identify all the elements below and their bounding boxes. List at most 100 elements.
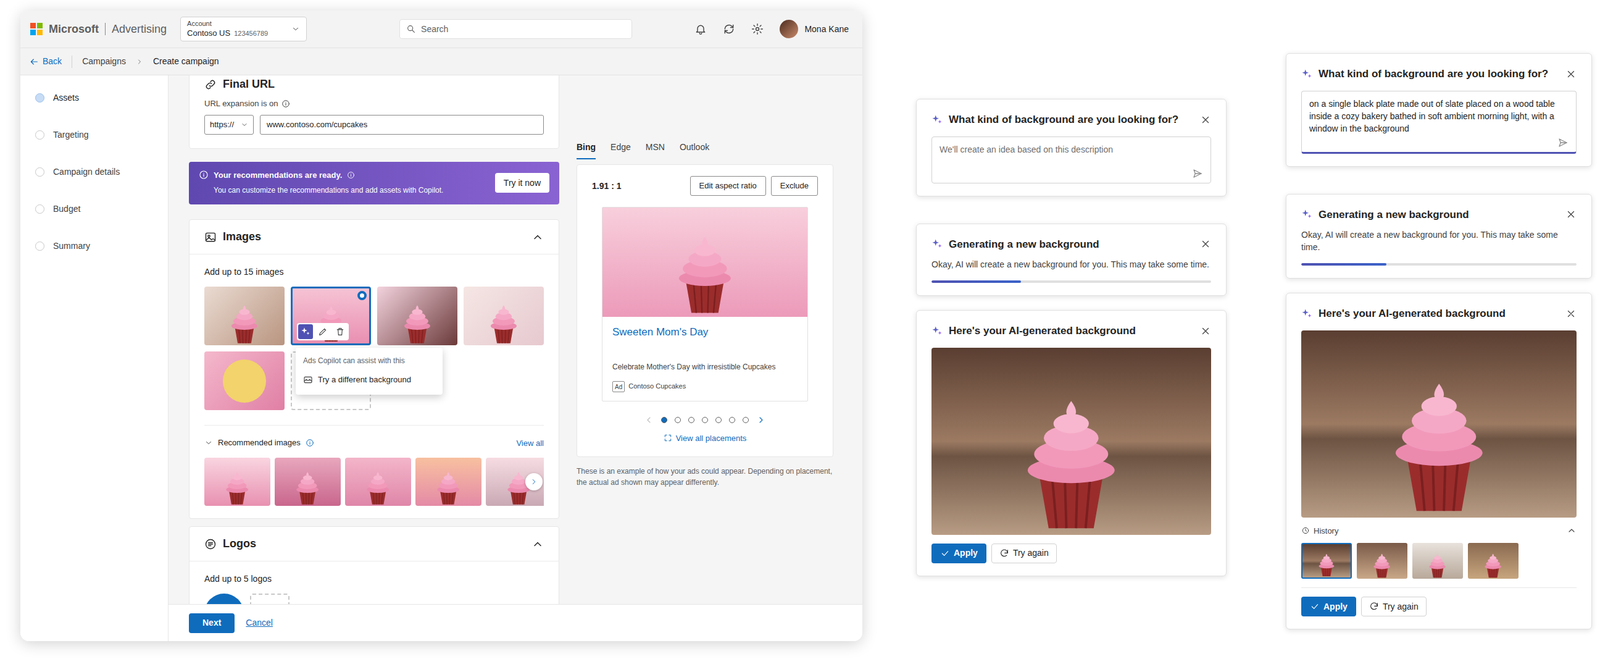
page-dot[interactable] bbox=[742, 416, 749, 423]
step-item[interactable]: Summary bbox=[20, 227, 168, 265]
history-toggle[interactable]: History bbox=[1301, 524, 1577, 538]
close-button[interactable] bbox=[1200, 114, 1212, 126]
send-button[interactable] bbox=[1191, 167, 1204, 180]
images-hint: Add up to 15 images bbox=[204, 266, 284, 277]
search-box[interactable] bbox=[399, 19, 633, 39]
sync-button[interactable] bbox=[722, 22, 736, 36]
step-item[interactable]: Assets bbox=[20, 79, 168, 117]
step-marker bbox=[35, 204, 45, 214]
step-marker bbox=[35, 167, 45, 177]
breadcrumb-item[interactable]: Campaigns bbox=[82, 54, 126, 68]
selected-radio[interactable] bbox=[357, 290, 367, 300]
image-thumbnail[interactable] bbox=[463, 286, 544, 346]
button-label: Try it now bbox=[503, 176, 541, 190]
link-icon bbox=[204, 78, 217, 91]
close-button[interactable] bbox=[1565, 308, 1577, 320]
ad-badge: Ad bbox=[614, 383, 623, 391]
account-selector[interactable]: AccountContoso US123456789 bbox=[180, 16, 307, 42]
image-thumbnail[interactable] bbox=[204, 351, 285, 410]
recommended-thumbnail[interactable] bbox=[415, 457, 482, 506]
history-thumbnail[interactable] bbox=[1356, 542, 1408, 579]
preview-button[interactable]: Exclude bbox=[770, 175, 818, 196]
prompt-input[interactable] bbox=[939, 143, 1204, 168]
recommended-thumbnail[interactable] bbox=[274, 457, 341, 506]
history-thumbnail[interactable] bbox=[1467, 542, 1519, 579]
progress-fill bbox=[1301, 262, 1387, 266]
check-icon bbox=[1309, 601, 1320, 612]
protocol-select[interactable]: https:// bbox=[204, 114, 254, 135]
search-input[interactable] bbox=[420, 22, 626, 36]
logo-thumbnail[interactable] bbox=[204, 593, 244, 604]
apply-button[interactable]: Apply bbox=[931, 543, 987, 563]
recommended-thumbnail[interactable] bbox=[204, 457, 271, 506]
button-label: Try again bbox=[1382, 600, 1419, 613]
send-icon bbox=[1557, 137, 1569, 149]
page-dot[interactable] bbox=[701, 416, 709, 423]
collapse-button[interactable] bbox=[531, 537, 544, 550]
brand[interactable]: MicrosoftAdvertising bbox=[30, 20, 167, 38]
ad-title: Sweeten Mom's Day bbox=[612, 324, 798, 341]
preview-tab[interactable]: MSN bbox=[645, 139, 665, 160]
close-button[interactable] bbox=[1565, 68, 1577, 80]
view-all-link[interactable]: View all bbox=[516, 438, 544, 448]
try-again-button[interactable]: Try again bbox=[991, 543, 1057, 563]
account-name: Contoso US bbox=[187, 28, 231, 39]
preview-card: 1.91 : 1Edit aspect ratioExcludeSweeten … bbox=[576, 164, 834, 457]
recommended-thumbnail[interactable] bbox=[345, 457, 412, 506]
settings-button[interactable] bbox=[751, 22, 764, 36]
collapse-button[interactable] bbox=[531, 230, 544, 244]
view-all-placements-link[interactable]: View all placements bbox=[675, 432, 747, 445]
user-menu[interactable]: Mona Kane bbox=[779, 19, 849, 39]
send-button[interactable] bbox=[1557, 137, 1569, 149]
notifications-button[interactable] bbox=[694, 22, 707, 36]
ai-background-flow: What kind of background are you looking … bbox=[916, 98, 1227, 576]
delete-button[interactable] bbox=[332, 324, 348, 339]
step-item[interactable]: Budget bbox=[20, 190, 168, 228]
image-thumbnail[interactable] bbox=[377, 286, 458, 346]
preview-tab[interactable]: Outlook bbox=[679, 139, 710, 160]
image-thumbnail[interactable]: Ads Copilot can assist with thisTry a di… bbox=[290, 286, 371, 346]
step-label: Summary bbox=[53, 239, 91, 253]
close-button[interactable] bbox=[1200, 325, 1212, 337]
try-different-background-item[interactable]: Try a different background bbox=[295, 369, 443, 390]
next-images-button[interactable] bbox=[525, 472, 543, 491]
image-thumbnail[interactable] bbox=[204, 286, 285, 346]
close-button[interactable] bbox=[1200, 238, 1212, 250]
section-title: Images bbox=[222, 228, 262, 246]
edit-button[interactable] bbox=[315, 324, 331, 339]
apply-button[interactable]: Apply bbox=[1301, 596, 1357, 617]
page-dot[interactable] bbox=[661, 416, 668, 423]
trash-icon bbox=[335, 326, 346, 337]
step-label: Targeting bbox=[53, 128, 89, 142]
history-thumbnail[interactable] bbox=[1301, 542, 1352, 579]
url-input[interactable]: www.contoso.com/cupcakes bbox=[259, 114, 544, 135]
add-logo-slot[interactable] bbox=[250, 593, 290, 604]
preview-tab[interactable]: Edge bbox=[610, 139, 631, 160]
refresh-icon bbox=[999, 548, 1010, 559]
page-dot[interactable] bbox=[674, 416, 681, 423]
ad-image bbox=[602, 207, 808, 317]
history-thumbnail[interactable] bbox=[1412, 542, 1463, 579]
next-button[interactable]: Next bbox=[188, 612, 235, 633]
generated-image bbox=[1301, 330, 1577, 518]
step-item[interactable]: Targeting bbox=[20, 116, 168, 154]
preview-tab[interactable]: Bing bbox=[576, 139, 596, 160]
breadcrumb-bar: BackCampaignsCreate campaign bbox=[20, 47, 863, 76]
history-title: History bbox=[1313, 524, 1339, 538]
try-again-button[interactable]: Try again bbox=[1361, 596, 1427, 617]
generating-card: Generating a new backgroundOkay, AI will… bbox=[1285, 193, 1592, 280]
page-dot[interactable] bbox=[729, 416, 736, 423]
preview-button[interactable]: Edit aspect ratio bbox=[690, 175, 767, 196]
prompt-field[interactable]: on a single black plate made out of slat… bbox=[1301, 90, 1577, 154]
page-dot[interactable] bbox=[688, 416, 695, 423]
next-page-button[interactable] bbox=[756, 414, 767, 425]
page-dot[interactable] bbox=[715, 416, 722, 423]
previous-page-button[interactable] bbox=[643, 414, 654, 425]
step-item[interactable]: Campaign details bbox=[20, 153, 168, 191]
steps-nav: Assets Targeting Campaign detailsBudget Sum… bbox=[20, 75, 169, 641]
try-it-now-button[interactable]: Try it now bbox=[495, 172, 550, 193]
cancel-link[interactable]: Cancel bbox=[245, 616, 273, 630]
copilot-button[interactable] bbox=[298, 324, 313, 339]
back-button[interactable]: Back bbox=[29, 54, 62, 68]
close-button[interactable] bbox=[1565, 208, 1577, 220]
